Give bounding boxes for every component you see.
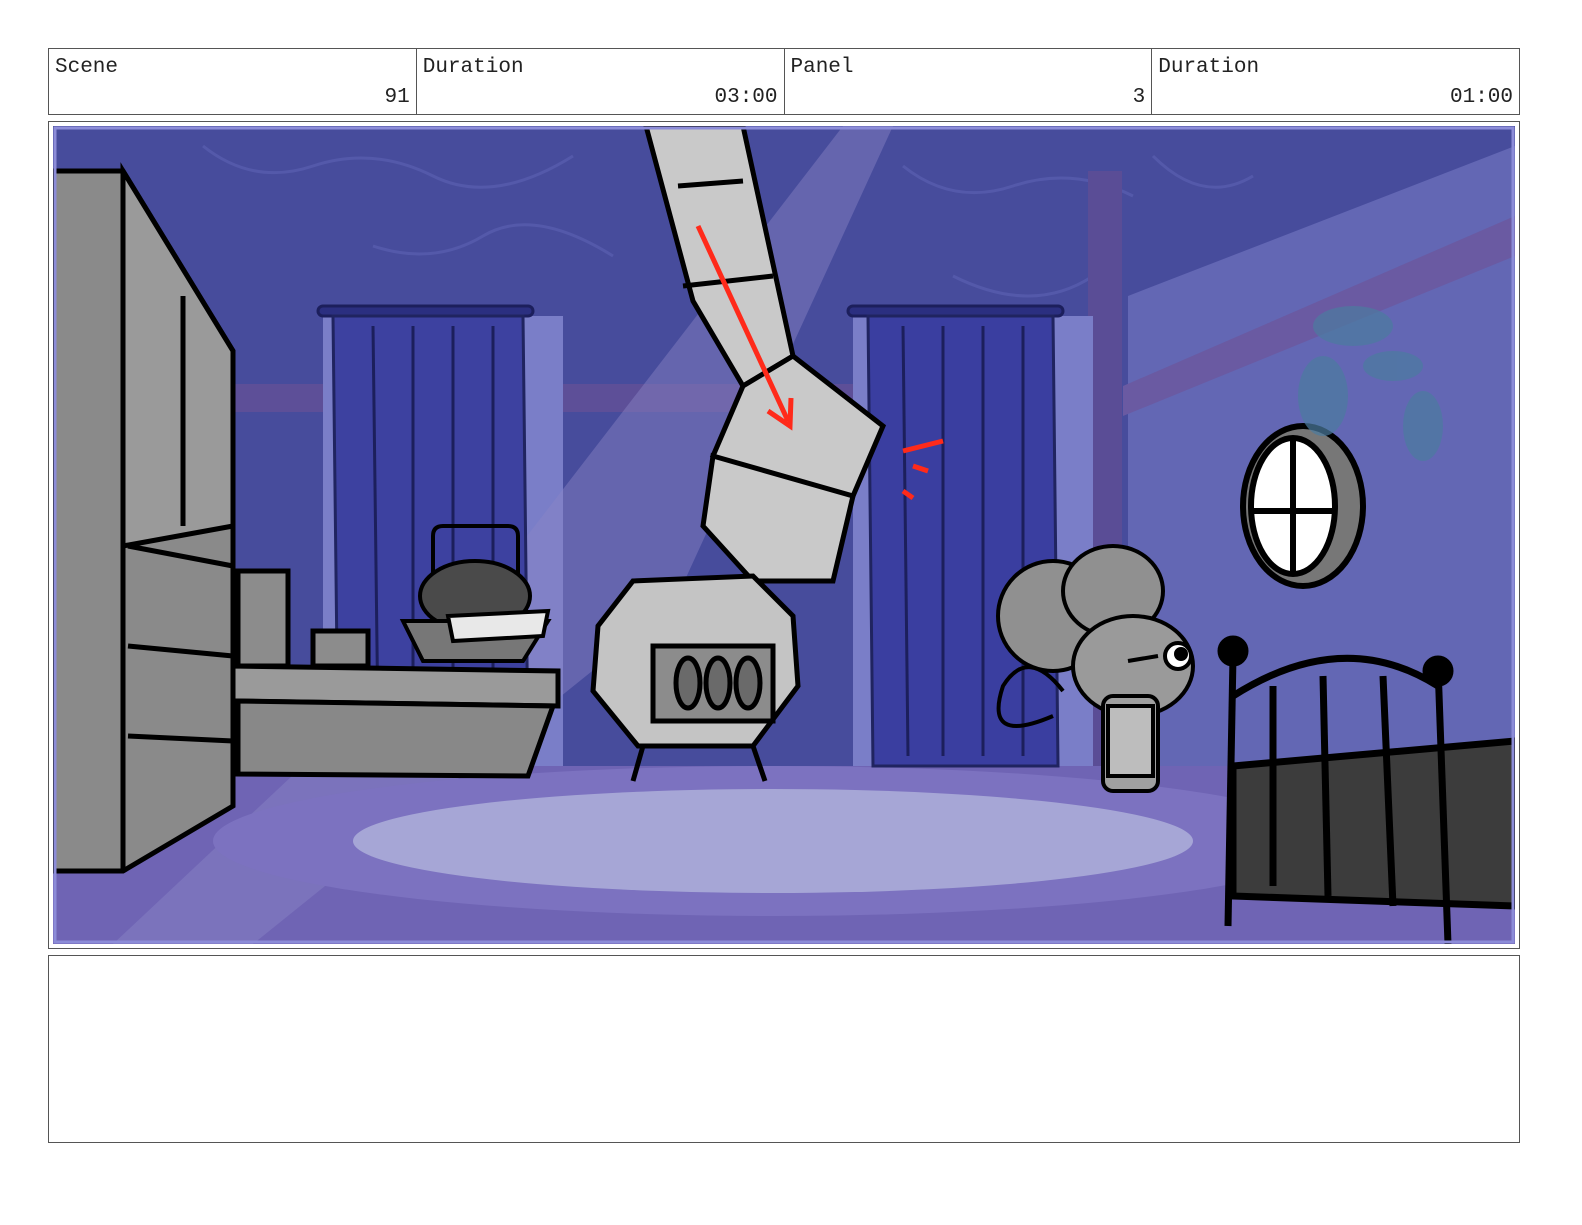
scene-duration-label: Duration [422,56,524,79]
action-notes-box [48,955,1520,1143]
curtain-right [846,304,1065,768]
panel-frame [48,121,1520,949]
panel-label: Panel [790,56,854,79]
panel-illustration [53,126,1515,944]
rug-inner [353,789,1193,893]
panel-number: 3 [1132,86,1146,109]
scene-duration-value: 03:00 [714,86,778,109]
panel-duration-label: Duration [1158,56,1260,79]
storyboard-header: Scene 91 Duration 03:00 Panel 3 Duration… [48,48,1520,115]
panel-duration-cell: Duration 01:00 [1152,49,1519,114]
scene-duration-cell: Duration 03:00 [417,49,785,114]
round-window [1240,423,1366,589]
panel-duration-value: 01:00 [1449,86,1513,109]
scene-cell: Scene 91 [49,49,417,114]
panel-cell: Panel 3 [785,49,1153,114]
scene-number: 91 [384,86,410,109]
scene-label: Scene [55,56,119,79]
